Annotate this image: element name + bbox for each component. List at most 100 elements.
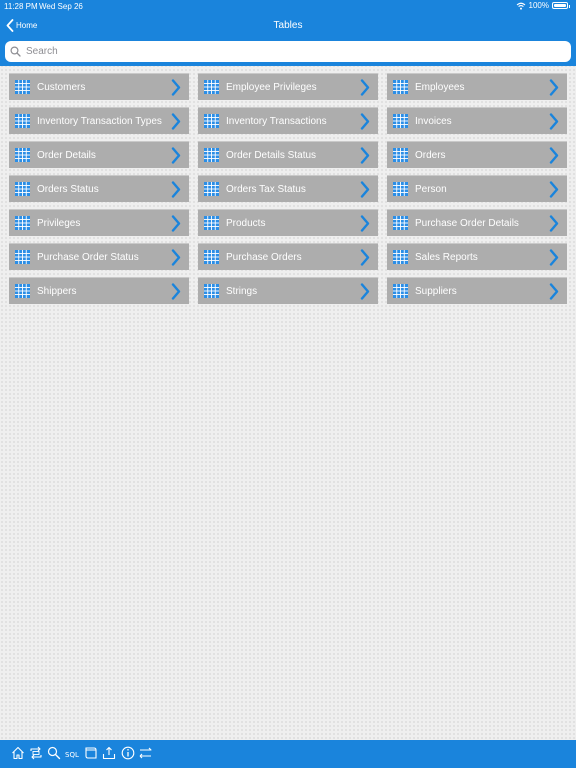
table-item-employees[interactable]: Employees (387, 73, 567, 100)
table-item-label: Invoices (415, 116, 452, 127)
table-item-label: Inventory Transaction Types (37, 116, 162, 127)
search-icon[interactable] (47, 746, 61, 760)
table-item-sales-reports[interactable]: Sales Reports (387, 243, 567, 270)
chevron-right-icon (360, 113, 370, 130)
status-time: 11:28 PM (4, 2, 38, 11)
table-grid-icon (393, 114, 408, 128)
top-bar: 11:28 PM Wed Sep 26 100% Home Tables (0, 0, 576, 66)
table-item-label: Person (415, 184, 447, 195)
table-item-privileges[interactable]: Privileges (9, 209, 189, 236)
table-item-order-details-status[interactable]: Order Details Status (198, 141, 378, 168)
search-bar[interactable] (5, 41, 571, 62)
status-bar: 11:28 PM Wed Sep 26 100% (0, 0, 576, 12)
status-date: Wed Sep 26 (39, 2, 83, 11)
table-item-shippers[interactable]: Shippers (9, 277, 189, 304)
sync-icon[interactable] (29, 746, 43, 760)
table-item-suppliers[interactable]: Suppliers (387, 277, 567, 304)
table-grid-icon (204, 216, 219, 230)
table-grid-icon (393, 182, 408, 196)
chevron-right-icon (360, 249, 370, 266)
table-item-label: Shippers (37, 286, 77, 297)
table-grid-icon (15, 182, 30, 196)
chevron-right-icon (360, 147, 370, 164)
table-grid-icon (393, 216, 408, 230)
bottom-toolbar: SQL (0, 740, 576, 768)
table-item-invoices[interactable]: Invoices (387, 107, 567, 134)
table-item-label: Products (226, 218, 266, 229)
table-grid-icon (15, 114, 30, 128)
info-icon[interactable] (121, 746, 135, 760)
table-item-orders[interactable]: Orders (387, 141, 567, 168)
table-grid-icon (15, 148, 30, 162)
table-grid-icon (15, 216, 30, 230)
table-item-purchase-order-status[interactable]: Purchase Order Status (9, 243, 189, 270)
chevron-right-icon (360, 283, 370, 300)
search-icon (10, 46, 21, 57)
wifi-icon (516, 2, 525, 10)
search-input[interactable] (24, 45, 558, 58)
table-item-purchase-orders[interactable]: Purchase Orders (198, 243, 378, 270)
table-item-products[interactable]: Products (198, 209, 378, 236)
table-grid-icon (204, 250, 219, 264)
chevron-right-icon (549, 283, 559, 300)
sql-label: SQL (65, 751, 79, 759)
table-grid-icon (204, 148, 219, 162)
table-grid-icon (393, 250, 408, 264)
table-grid-icon (393, 80, 408, 94)
table-item-strings[interactable]: Strings (198, 277, 378, 304)
chevron-right-icon (171, 147, 181, 164)
table-item-order-details[interactable]: Order Details (9, 141, 189, 168)
transfer-icon[interactable] (139, 746, 153, 760)
chevron-right-icon (360, 181, 370, 198)
table-item-label: Purchase Order Details (415, 218, 519, 229)
chevron-right-icon (360, 215, 370, 232)
table-grid-icon (393, 148, 408, 162)
table-item-label: Privileges (37, 218, 81, 229)
table-item-label: Employees (415, 82, 465, 93)
table-grid-icon (204, 80, 219, 94)
table-grid-icon (204, 284, 219, 298)
chevron-right-icon (171, 249, 181, 266)
status-right: 100% (516, 1, 570, 10)
table-item-orders-status[interactable]: Orders Status (9, 175, 189, 202)
table-grid-icon (15, 250, 30, 264)
table-item-customers[interactable]: Customers (9, 73, 189, 100)
sql-icon[interactable]: SQL (65, 746, 79, 760)
table-item-orders-tax-status[interactable]: Orders Tax Status (198, 175, 378, 202)
chevron-right-icon (549, 215, 559, 232)
table-grid-icon (204, 182, 219, 196)
table-item-label: Orders Tax Status (226, 184, 306, 195)
chevron-right-icon (549, 113, 559, 130)
chevron-right-icon (171, 181, 181, 198)
table-item-inventory-transactions[interactable]: Inventory Transactions (198, 107, 378, 134)
table-grid-icon (15, 284, 30, 298)
table-item-label: Suppliers (415, 286, 457, 297)
chevron-right-icon (549, 147, 559, 164)
home-icon[interactable] (11, 746, 25, 760)
chevron-right-icon (549, 181, 559, 198)
table-item-label: Purchase Orders (226, 252, 302, 263)
table-item-label: Order Details (37, 150, 96, 161)
chevron-right-icon (171, 215, 181, 232)
table-grid-icon (15, 80, 30, 94)
table-item-label: Purchase Order Status (37, 252, 139, 263)
battery-icon (552, 2, 570, 9)
table-item-label: Sales Reports (415, 252, 478, 263)
table-item-purchase-order-details[interactable]: Purchase Order Details (387, 209, 567, 236)
table-item-label: Orders Status (37, 184, 99, 195)
chevron-right-icon (549, 79, 559, 96)
export-icon[interactable] (102, 746, 116, 760)
chevron-right-icon (171, 113, 181, 130)
chevron-right-icon (549, 249, 559, 266)
table-item-label: Inventory Transactions (226, 116, 327, 127)
table-item-employee-privileges[interactable]: Employee Privileges (198, 73, 378, 100)
tables-grid: Customers Employee Privileges Employees … (9, 73, 567, 304)
table-item-label: Employee Privileges (226, 82, 317, 93)
table-item-inventory-transaction-types[interactable]: Inventory Transaction Types (9, 107, 189, 134)
nav-bar: Home Tables (0, 14, 576, 38)
table-item-person[interactable]: Person (387, 175, 567, 202)
chevron-right-icon (171, 283, 181, 300)
script-icon[interactable] (84, 746, 98, 760)
page-title: Tables (273, 20, 303, 31)
table-item-label: Orders (415, 150, 446, 161)
